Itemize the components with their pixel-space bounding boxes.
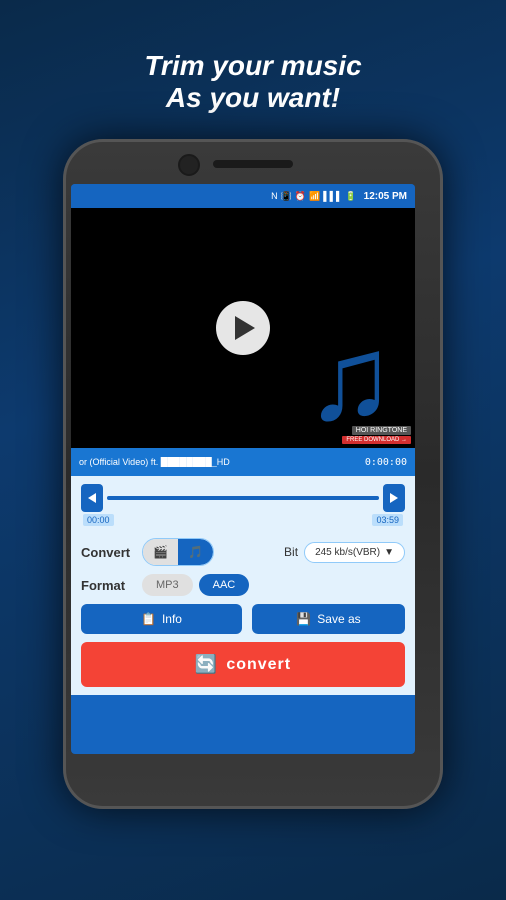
- format-aac-btn[interactable]: AAC: [199, 574, 250, 596]
- music-note-bg: ♫: [305, 318, 395, 438]
- trim-track[interactable]: [107, 496, 379, 500]
- chevron-down-icon: ▼: [384, 547, 394, 558]
- music-thumbnail: ♫ HOI RINGTONE FREE DOWNLOAD →: [71, 208, 415, 448]
- type-btn-group[interactable]: 🎬 🎵: [142, 538, 214, 566]
- trim-handle-right[interactable]: [383, 484, 405, 512]
- save-as-button[interactable]: 💾 Save as: [252, 604, 405, 634]
- save-btn-label: Save as: [317, 612, 360, 626]
- track-name: or (Official Video) ft. ████████_HD: [79, 457, 365, 467]
- hoi-badge-bottom: FREE DOWNLOAD →: [342, 436, 411, 444]
- play-button[interactable]: [216, 301, 270, 355]
- format-row: Format MP3 AAC: [81, 574, 405, 596]
- alarm-icon: ⏰: [295, 191, 306, 202]
- format-label: Format: [81, 578, 136, 593]
- play-triangle: [235, 316, 255, 340]
- trim-area: 00:00 03:59: [71, 476, 415, 530]
- audio-type-btn[interactable]: 🎵: [178, 539, 213, 565]
- tagline: Trim your music As you want!: [144, 50, 361, 114]
- convert-label: Convert: [81, 545, 136, 560]
- info-button[interactable]: 📋 Info: [81, 604, 242, 634]
- save-icon: 💾: [296, 612, 311, 626]
- convert-row: Convert 🎬 🎵 Bit 245 kb/s(VBR) ▼: [81, 538, 405, 566]
- action-row: 📋 Info 💾 Save as: [81, 604, 405, 634]
- trim-slider-row: [81, 484, 405, 512]
- video-icon: 🎬: [153, 545, 168, 559]
- hoi-badge-container: HOI RINGTONE FREE DOWNLOAD →: [338, 422, 415, 448]
- bit-label: Bit: [284, 545, 298, 559]
- trim-track-filled: [107, 496, 379, 500]
- now-playing-bar: or (Official Video) ft. ████████_HD 0:00…: [71, 448, 415, 476]
- battery-icon: 🔋: [345, 191, 356, 202]
- tagline-line1: Trim your music: [144, 50, 361, 82]
- info-icon: 📋: [141, 612, 156, 626]
- bit-value: 245 kb/s(VBR): [315, 547, 380, 558]
- track-time: 0:00:00: [365, 457, 407, 468]
- status-time: 12:05 PM: [364, 191, 407, 202]
- info-btn-label: Info: [162, 612, 182, 626]
- trim-end-time: 03:59: [372, 514, 403, 526]
- trim-times: 00:00 03:59: [81, 514, 405, 526]
- trim-right-icon: [390, 493, 398, 503]
- video-type-btn[interactable]: 🎬: [143, 539, 178, 565]
- status-icons: N 📳 ⏰ 📶 ▌▌▌ 🔋 12:05 PM: [271, 191, 407, 202]
- phone-screen: N 📳 ⏰ 📶 ▌▌▌ 🔋 12:05 PM ♫ HOI RINGTONE FR…: [71, 184, 415, 754]
- wifi-icon: 📶: [309, 191, 320, 202]
- convert-btn-label: convert: [226, 656, 291, 674]
- audio-icon: 🎵: [188, 545, 203, 559]
- hoi-badge-top: HOI RINGTONE: [352, 426, 411, 435]
- signal-icon: ▌▌▌: [323, 191, 342, 201]
- trim-left-icon: [88, 493, 96, 503]
- convert-big-button[interactable]: 🔄 convert: [81, 642, 405, 687]
- bit-select[interactable]: 245 kb/s(VBR) ▼: [304, 542, 405, 563]
- status-bar: N 📳 ⏰ 📶 ▌▌▌ 🔋 12:05 PM: [71, 184, 415, 208]
- phone-wrapper: N 📳 ⏰ 📶 ▌▌▌ 🔋 12:05 PM ♫ HOI RINGTONE FR…: [53, 134, 453, 814]
- controls-area: Convert 🎬 🎵 Bit 245 kb/s(VBR) ▼ Form: [71, 530, 415, 695]
- vibrate-icon: 📳: [281, 191, 292, 202]
- trim-handle-left[interactable]: [81, 484, 103, 512]
- format-mp3-btn[interactable]: MP3: [142, 574, 193, 596]
- nfc-icon: N: [271, 191, 278, 201]
- convert-icon: 🔄: [195, 654, 218, 675]
- trim-start-time: 00:00: [83, 514, 114, 526]
- tagline-line2: As you want!: [144, 82, 361, 114]
